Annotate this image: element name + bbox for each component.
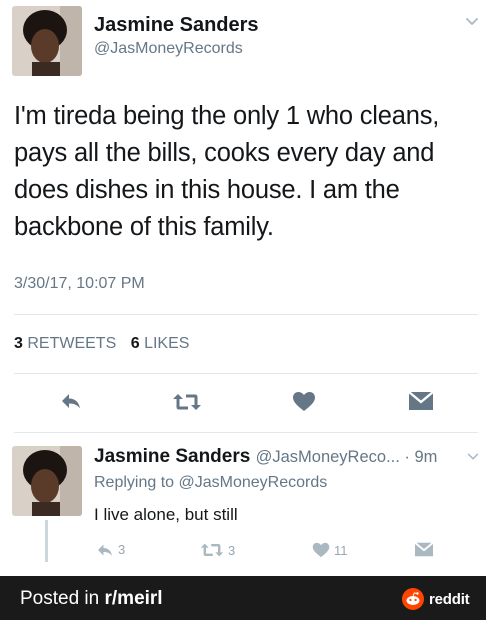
- avatar[interactable]: [12, 6, 82, 76]
- envelope-icon: [414, 542, 434, 557]
- display-name[interactable]: Jasmine Sanders: [94, 446, 250, 467]
- reply-text: I live alone, but still: [94, 505, 238, 524]
- reddit-footer: Posted in r/meirl reddit: [0, 576, 486, 620]
- avatar[interactable]: [12, 446, 82, 516]
- reply-icon: [62, 394, 80, 409]
- reddit-wordmark: reddit: [429, 590, 470, 608]
- envelope-icon: [408, 391, 434, 410]
- divider: [14, 432, 478, 433]
- subreddit-link[interactable]: r/meirl: [105, 588, 163, 609]
- chevron-down-icon[interactable]: [464, 14, 480, 30]
- reply-icon: [98, 544, 112, 556]
- tweet-text: I'm tireda being the only 1 who cleans, …: [14, 102, 440, 241]
- separator: ·: [399, 448, 415, 466]
- retweet-label[interactable]: RETWEETS: [27, 335, 116, 352]
- like-button[interactable]: [292, 391, 316, 412]
- divider: [14, 314, 478, 315]
- engagement-stats: 3 RETWEETS 6 LIKES: [14, 335, 189, 353]
- retweet-count[interactable]: 3: [14, 335, 23, 352]
- dm-button[interactable]: [408, 391, 434, 411]
- retweet-button[interactable]: [172, 392, 202, 412]
- retweet-button[interactable]: 3: [200, 542, 235, 558]
- user-handle[interactable]: @JasMoneyReco...: [256, 448, 400, 466]
- user-handle[interactable]: @JasMoneyRecords: [94, 40, 243, 58]
- avatar-photo: [12, 6, 82, 76]
- like-button[interactable]: 11: [312, 542, 348, 558]
- reply-count: 3: [118, 542, 126, 557]
- reply-time[interactable]: 9m: [415, 448, 438, 466]
- footer-prefix: Posted in: [20, 588, 105, 609]
- like-label[interactable]: LIKES: [144, 335, 189, 352]
- thread-line: [45, 520, 48, 562]
- retweet-icon: [200, 543, 224, 557]
- display-name[interactable]: Jasmine Sanders: [94, 14, 259, 37]
- like-count: 11: [334, 542, 348, 558]
- retweet-icon: [173, 394, 201, 410]
- reddit-logo-icon: [402, 588, 424, 610]
- reply-button[interactable]: [60, 392, 82, 410]
- heart-icon: [293, 392, 315, 411]
- reddit-brand[interactable]: reddit: [402, 588, 470, 610]
- footer-caption: Posted in r/meirl: [20, 588, 163, 610]
- retweet-count: 3: [228, 542, 236, 558]
- chevron-down-icon[interactable]: [466, 450, 480, 464]
- divider: [14, 373, 478, 374]
- heart-icon: [312, 542, 330, 558]
- reply-header: Jasmine Sanders @JasMoneyReco... · 9m: [94, 446, 437, 468]
- reply-button[interactable]: 3: [96, 542, 125, 557]
- dm-button[interactable]: [414, 542, 434, 557]
- tweet-timestamp[interactable]: 3/30/17, 10:07 PM: [14, 275, 145, 293]
- like-count[interactable]: 6: [131, 335, 140, 352]
- replying-to[interactable]: Replying to @JasMoneyRecords: [94, 474, 327, 492]
- avatar-photo: [12, 446, 82, 516]
